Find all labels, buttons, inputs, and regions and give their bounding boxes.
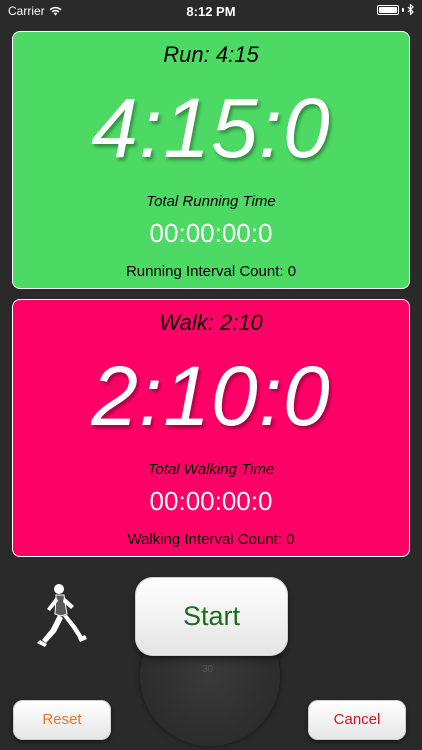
total-walking-time-value: 00:00:00:0 (149, 486, 273, 516)
run-interval-title: Run: 4:15 (163, 42, 259, 67)
walking-interval-count: Walking Interval Count: 0 (127, 531, 295, 548)
total-walking-time-label: Total Walking Time (147, 461, 275, 478)
cancel-button[interactable]: Cancel (308, 700, 406, 740)
walk-interval-title: Walk: 2:10 (159, 310, 263, 335)
status-right-icons (377, 4, 414, 15)
status-bar: Carrier 8:12 PM (0, 0, 422, 22)
battery-icon (377, 4, 399, 15)
total-running-time-label: Total Running Time (146, 193, 276, 210)
dial-number: 30 (202, 664, 214, 675)
battery-tip (402, 7, 404, 12)
reset-button[interactable]: Reset (13, 700, 111, 740)
runner-icon (37, 584, 87, 647)
start-button[interactable]: Start (135, 577, 288, 656)
total-running-time-value: 00:00:00:0 (149, 218, 273, 248)
running-interval-count: Running Interval Count: 0 (125, 263, 297, 280)
status-time: 8:12 PM (186, 4, 236, 19)
run-clock: 4:15:0 (91, 81, 331, 175)
run-panel: Run: 4:15 4:15:0 Total Running Time 00:0… (12, 31, 410, 289)
bluetooth-icon (407, 4, 414, 15)
walk-panel: Walk: 2:10 2:10:0 Total Walking Time 00:… (12, 299, 410, 557)
walk-clock: 2:10:0 (91, 349, 331, 443)
